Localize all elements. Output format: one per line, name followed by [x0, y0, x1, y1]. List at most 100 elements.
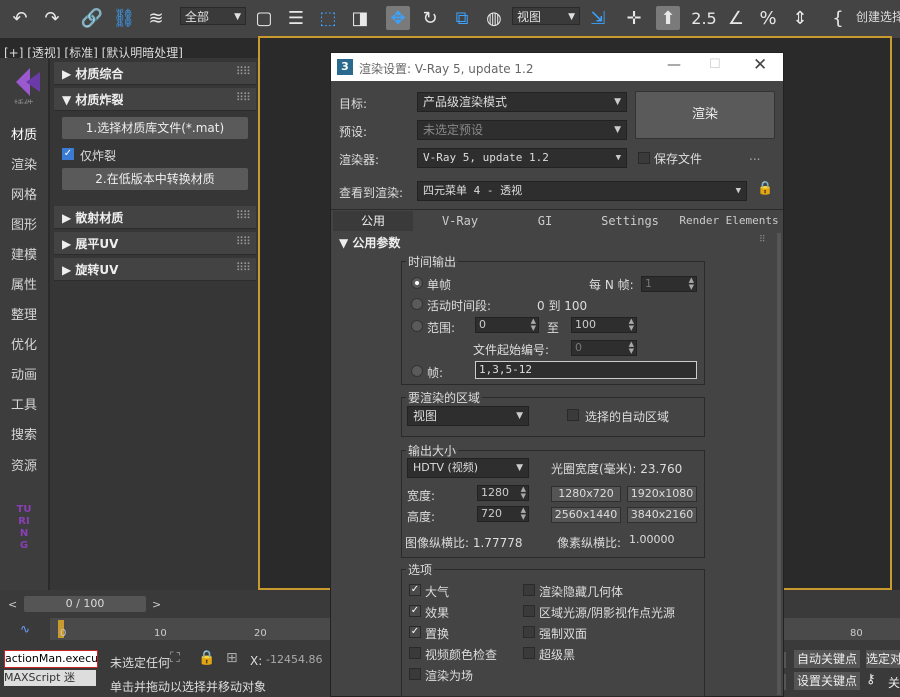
section-grip-icon[interactable]: ⠿ [759, 235, 766, 245]
rail-item-assets[interactable]: 资源 [0, 455, 48, 474]
angle-snap-icon[interactable]: ∠ [724, 6, 748, 30]
minimize-icon[interactable]: — [667, 57, 681, 73]
pixel-aspect-value[interactable]: 1.00000 [629, 533, 675, 546]
set-key-button[interactable]: 设置关键点 [794, 672, 860, 690]
tab-common[interactable]: 公用 [333, 211, 413, 231]
render-fields-checkbox[interactable] [409, 668, 421, 680]
preset-dropdown[interactable]: 未选定预设 ▼ [417, 120, 627, 140]
renderer-dropdown[interactable]: V-Ray 5, update 1.2 ▼ [417, 148, 627, 168]
rail-item-shape[interactable]: 图形 [0, 214, 48, 233]
render-button[interactable]: 渲染 [635, 91, 775, 139]
select-material-lib-button[interactable]: 1.选择材质库文件(*.mat) [62, 117, 248, 139]
area-lights-checkbox[interactable] [523, 605, 535, 617]
select-move-icon[interactable]: ✥ [386, 6, 410, 30]
ref-coord-dropdown[interactable]: 视图 ▼ [512, 7, 580, 25]
displacement-checkbox[interactable]: ✓ [409, 626, 421, 638]
lock-view-icon[interactable]: 🔒 [757, 181, 773, 196]
effects-checkbox[interactable]: ✓ [409, 605, 421, 617]
time-slider[interactable]: 0 / 100 [24, 596, 146, 612]
super-black-checkbox[interactable] [523, 647, 535, 659]
range-to-spinner[interactable]: 100 ▲ ▼ [571, 317, 637, 333]
file-start-spinner[interactable]: 0 ▲ ▼ [571, 340, 637, 356]
atmosphere-checkbox[interactable]: ✓ [409, 584, 421, 596]
edit-named-sel-icon[interactable]: { [826, 6, 850, 30]
spinner-snap-icon[interactable]: ⇕ [788, 6, 812, 30]
selected-dropdown[interactable]: 选定对 [866, 650, 900, 668]
snaps-toggle-icon[interactable]: 2.5 [691, 6, 716, 30]
active-segment-radio[interactable] [411, 298, 423, 310]
named-selection-field[interactable]: 创建选择 [856, 8, 900, 25]
maxscript-command-field[interactable]: actionMan.execu [4, 650, 98, 668]
render-hidden-checkbox[interactable] [523, 584, 535, 596]
prev-frame-icon[interactable]: < [8, 598, 17, 611]
rail-item-partial[interactable]: 插件 [0, 96, 48, 104]
keyboard-shortcut-icon[interactable]: ⬆ [656, 6, 680, 30]
video-color-check-checkbox[interactable] [409, 647, 421, 659]
tab-vray[interactable]: V-Ray [417, 211, 503, 231]
selection-filter-dropdown[interactable]: 全部 ▼ [180, 7, 246, 25]
single-frame-radio[interactable] [411, 277, 423, 289]
rail-item-organize[interactable]: 整理 [0, 304, 48, 323]
rollout-scatter-material[interactable]: ▶ 散射材质 ⠿⠿ [54, 206, 256, 229]
tab-settings[interactable]: Settings [587, 211, 673, 231]
rail-item-optimize[interactable]: 优化 [0, 334, 48, 353]
rollout-material-explode[interactable]: ▼ 材质炸裂 ⠿⠿ [54, 88, 256, 111]
rail-item-search[interactable]: 搜索 [0, 424, 48, 443]
maxscript-listener-field[interactable]: MAXScript 迷 [4, 670, 96, 686]
range-from-spinner[interactable]: 0 ▲ ▼ [475, 317, 539, 333]
only-explode-checkbox[interactable]: ✓ [62, 148, 74, 160]
preset-2560x1440-button[interactable]: 2560x1440 [551, 507, 621, 523]
next-frame-icon[interactable]: > [152, 598, 161, 611]
bind-spacewarp-icon[interactable]: ≋ [144, 6, 168, 30]
link-icon[interactable]: 🔗 [80, 6, 104, 30]
output-preset-dropdown[interactable]: HDTV (视频) ▼ [407, 458, 529, 478]
rail-item-modeling[interactable]: 建模 [0, 244, 48, 263]
tab-gi[interactable]: GI [507, 211, 583, 231]
select-object-icon[interactable]: ▢ [252, 6, 276, 30]
curve-editor-icon[interactable]: ∿ [20, 622, 30, 636]
rail-item-mesh[interactable]: 网格 [0, 184, 48, 203]
rail-item-render[interactable]: 渲染 [0, 154, 48, 173]
percent-snap-icon[interactable]: % [756, 6, 780, 30]
auto-region-checkbox[interactable] [567, 409, 579, 421]
every-n-spinner[interactable]: 1 ▲ ▼ [641, 276, 697, 292]
convert-material-button[interactable]: 2.在低版本中转换材质 [62, 168, 248, 190]
undo-icon[interactable]: ↶ [8, 6, 32, 30]
x-coordinate-field[interactable]: -12454.86 [266, 652, 328, 668]
width-spinner[interactable]: 1280 ▲ ▼ [477, 485, 529, 501]
height-spinner[interactable]: 720 ▲ ▼ [477, 506, 529, 522]
frames-radio[interactable] [411, 365, 423, 377]
save-file-browse-button[interactable]: ... [749, 149, 760, 163]
rollout-rotate-uv[interactable]: ▶ 旋转UV ⠿⠿ [54, 258, 256, 281]
rollout-flatten-uv[interactable]: ▶ 展平UV ⠿⠿ [54, 232, 256, 255]
maximize-icon[interactable]: ☐ [709, 57, 721, 72]
select-manipulate-icon[interactable]: ✛ [622, 6, 646, 30]
absolute-mode-icon[interactable]: ⊞ [226, 650, 238, 666]
isolate-icon[interactable]: ⛶ [170, 650, 180, 666]
rollout-material-general[interactable]: ▶ 材质综合 ⠿⠿ [54, 62, 256, 85]
key-filter-icon[interactable]: ⚷ [866, 672, 876, 687]
preset-1280x720-button[interactable]: 1280x720 [551, 486, 621, 502]
close-icon[interactable]: ✕ [753, 55, 767, 75]
rail-item-properties[interactable]: 属性 [0, 274, 48, 293]
view-to-render-dropdown[interactable]: 四元菜单 4 - 透视 ▼ [417, 181, 747, 201]
save-file-checkbox[interactable] [638, 152, 650, 164]
range-radio[interactable] [411, 320, 423, 332]
pivot-center-icon[interactable]: ⇲ [586, 6, 610, 30]
window-crossing-icon[interactable]: ◨ [348, 6, 372, 30]
place-icon[interactable]: ◍ [482, 6, 506, 30]
scrollbar[interactable] [777, 233, 781, 695]
tab-render-elements[interactable]: Render Elements [677, 211, 781, 231]
target-dropdown[interactable]: 产品级渲染模式 ▼ [417, 92, 627, 112]
frames-input[interactable]: 1,3,5-12 [475, 361, 697, 379]
section-header[interactable]: ▼ 公用参数 [339, 234, 400, 251]
redo-icon[interactable]: ↷ [40, 6, 64, 30]
preset-3840x2160-button[interactable]: 3840x2160 [627, 507, 697, 523]
rail-item-material[interactable]: 材质 [0, 124, 48, 143]
rail-item-tools[interactable]: 工具 [0, 394, 48, 413]
unlink-icon[interactable]: ⛓ [112, 6, 136, 30]
rail-item-animation[interactable]: 动画 [0, 364, 48, 383]
select-by-name-icon[interactable]: ☰ [284, 6, 308, 30]
preset-1920x1080-button[interactable]: 1920x1080 [627, 486, 697, 502]
auto-key-button[interactable]: 自动关键点 [794, 650, 860, 668]
